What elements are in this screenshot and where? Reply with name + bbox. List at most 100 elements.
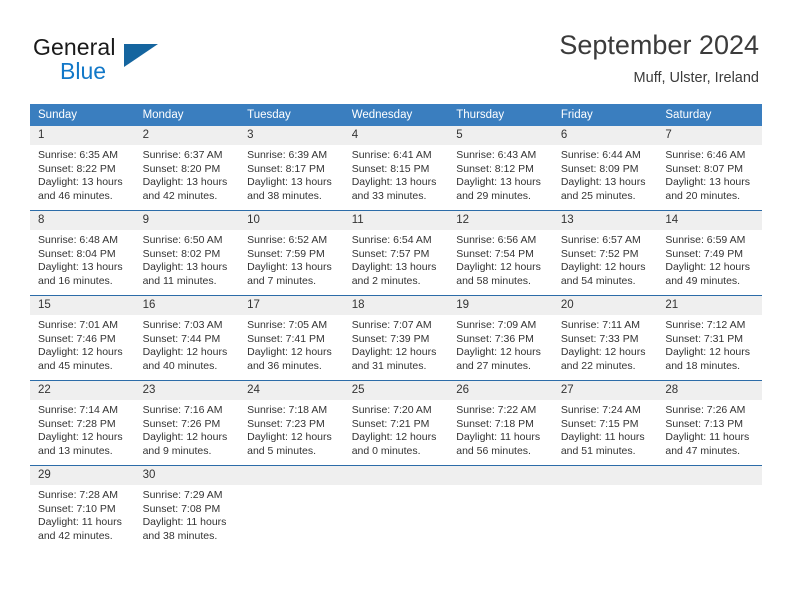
day-details: Sunrise: 6:48 AM Sunset: 8:04 PM Daylight:… <box>30 230 135 288</box>
daylight-text-line1: Daylight: 12 hours <box>142 346 228 359</box>
general-blue-logo[interactable]: General Blue <box>33 34 213 86</box>
sunrise-text: Sunrise: 7:20 AM <box>351 404 432 416</box>
day-cell[interactable]: 12 Sunrise: 6:56 AM Sunset: 7:54 PM Dayligh… <box>448 210 553 296</box>
day-details: Sunrise: 6:50 AM Sunset: 8:02 PM Daylight:… <box>135 230 240 288</box>
daylight-text-line2: and 16 minutes. <box>38 274 113 287</box>
day-number: 25 <box>343 381 449 400</box>
day-cell[interactable]: 20 Sunrise: 7:11 AM Sunset: 7:33 PM Dayligh… <box>552 295 658 381</box>
daylight-text-line1: Daylight: 12 hours <box>142 431 228 444</box>
sunrise-text: Sunrise: 7:01 AM <box>38 319 118 331</box>
day-cell[interactable]: 28 Sunrise: 7:26 AM Sunset: 7:13 PM Dayligh… <box>657 380 762 466</box>
day-number: 12 <box>448 211 553 230</box>
day-details: Sunrise: 7:24 AM Sunset: 7:15 PM Daylight:… <box>553 400 658 458</box>
daylight-text-line2: and 13 minutes. <box>38 444 113 457</box>
day-number: 2 <box>134 126 240 145</box>
day-cell[interactable]: 23 Sunrise: 7:16 AM Sunset: 7:26 PM Dayligh… <box>134 380 240 466</box>
sunset-text: Sunset: 7:08 PM <box>142 502 221 515</box>
day-cell[interactable]: 2 Sunrise: 6:37 AM Sunset: 8:20 PM Daylight… <box>134 126 240 211</box>
calendar-week-row: 8 Sunrise: 6:48 AM Sunset: 8:04 PM Daylight… <box>30 210 762 296</box>
day-number: 27 <box>552 381 658 400</box>
day-number <box>552 466 658 485</box>
daylight-text-line1: Daylight: 12 hours <box>38 431 123 444</box>
day-number: 29 <box>30 466 135 485</box>
day-number: 5 <box>448 126 553 145</box>
day-cell[interactable]: 9 Sunrise: 6:50 AM Sunset: 8:02 PM Daylight… <box>134 210 240 296</box>
sunset-text: Sunset: 7:36 PM <box>456 332 534 345</box>
day-cell[interactable]: 17 Sunrise: 7:05 AM Sunset: 7:41 PM Dayligh… <box>239 295 344 381</box>
day-cell[interactable]: 29 Sunrise: 7:28 AM Sunset: 7:10 PM Dayligh… <box>30 465 135 550</box>
day-details: Sunrise: 6:57 AM Sunset: 7:52 PM Daylight:… <box>553 230 658 288</box>
calendar-week-row: 1 Sunrise: 6:35 AM Sunset: 8:22 PM Daylight… <box>30 126 762 211</box>
page-masthead: General Blue September 2024 Muff, Ulster… <box>0 0 792 100</box>
day-cell[interactable]: 14 Sunrise: 6:59 AM Sunset: 7:49 PM Dayligh… <box>657 210 762 296</box>
sunrise-text: Sunrise: 6:54 AM <box>351 234 432 246</box>
day-cell[interactable]: 8 Sunrise: 6:48 AM Sunset: 8:04 PM Daylight… <box>30 210 135 296</box>
day-details <box>657 485 762 489</box>
sunrise-text: Sunrise: 7:29 AM <box>142 489 223 501</box>
day-number: 10 <box>239 211 344 230</box>
day-cell[interactable]: 10 Sunrise: 6:52 AM Sunset: 7:59 PM Dayligh… <box>239 210 344 296</box>
day-cell[interactable]: 16 Sunrise: 7:03 AM Sunset: 7:44 PM Dayligh… <box>134 295 240 381</box>
day-cell[interactable]: 27 Sunrise: 7:24 AM Sunset: 7:15 PM Dayligh… <box>552 380 658 466</box>
logo-text-general: General <box>33 34 116 60</box>
daylight-text-line1: Daylight: 11 hours <box>456 431 541 444</box>
sunrise-text: Sunrise: 6:50 AM <box>142 234 223 246</box>
day-number: 9 <box>134 211 240 230</box>
day-details <box>553 485 658 489</box>
sunrise-text: Sunrise: 6:41 AM <box>351 149 432 161</box>
sunset-text: Sunset: 7:44 PM <box>142 332 221 345</box>
day-cell[interactable]: 4 Sunrise: 6:41 AM Sunset: 8:15 PM Daylight… <box>343 126 449 211</box>
day-cell[interactable]: 6 Sunrise: 6:44 AM Sunset: 8:09 PM Daylight… <box>552 126 658 211</box>
day-number: 11 <box>343 211 449 230</box>
sunset-text: Sunset: 8:20 PM <box>142 162 221 175</box>
sunrise-text: Sunrise: 6:44 AM <box>560 149 641 161</box>
sunrise-text: Sunrise: 6:43 AM <box>456 149 537 161</box>
day-details: Sunrise: 7:29 AM Sunset: 7:08 PM Daylight:… <box>135 485 240 543</box>
day-cell[interactable]: 19 Sunrise: 7:09 AM Sunset: 7:36 PM Dayligh… <box>448 295 553 381</box>
day-cell[interactable]: 25 Sunrise: 7:20 AM Sunset: 7:21 PM Dayligh… <box>343 380 449 466</box>
day-details: Sunrise: 7:20 AM Sunset: 7:21 PM Daylight:… <box>344 400 449 458</box>
daylight-text-line1: Daylight: 13 hours <box>247 176 332 189</box>
sunrise-text: Sunrise: 6:48 AM <box>38 234 118 246</box>
day-cell[interactable]: 24 Sunrise: 7:18 AM Sunset: 7:23 PM Dayligh… <box>239 380 344 466</box>
day-cell[interactable]: 3 Sunrise: 6:39 AM Sunset: 8:17 PM Daylight… <box>239 126 344 211</box>
day-details: Sunrise: 6:39 AM Sunset: 8:17 PM Daylight:… <box>239 145 344 203</box>
day-cell[interactable]: 26 Sunrise: 7:22 AM Sunset: 7:18 PM Dayligh… <box>448 380 553 466</box>
day-cell[interactable]: 7 Sunrise: 6:46 AM Sunset: 8:07 PM Daylight… <box>657 126 762 211</box>
day-details: Sunrise: 7:03 AM Sunset: 7:44 PM Daylight:… <box>135 315 240 373</box>
daylight-text-line1: Daylight: 11 hours <box>665 431 750 444</box>
day-cell[interactable]: 18 Sunrise: 7:07 AM Sunset: 7:39 PM Dayligh… <box>343 295 449 381</box>
sunrise-text: Sunrise: 6:46 AM <box>665 149 746 161</box>
sunrise-text: Sunrise: 7:24 AM <box>560 404 641 416</box>
daylight-text-line1: Daylight: 12 hours <box>560 261 646 274</box>
day-cell[interactable]: 30 Sunrise: 7:29 AM Sunset: 7:08 PM Dayligh… <box>134 465 240 550</box>
daylight-text-line1: Daylight: 12 hours <box>38 346 123 359</box>
day-number: 24 <box>239 381 344 400</box>
sunset-text: Sunset: 7:52 PM <box>560 247 639 260</box>
day-number: 3 <box>239 126 344 145</box>
day-number: 28 <box>657 381 762 400</box>
day-cell[interactable]: 5 Sunrise: 6:43 AM Sunset: 8:12 PM Daylight… <box>448 126 553 211</box>
day-details: Sunrise: 7:26 AM Sunset: 7:13 PM Daylight:… <box>657 400 762 458</box>
day-cell[interactable]: 15 Sunrise: 7:01 AM Sunset: 7:46 PM Dayligh… <box>30 295 135 381</box>
daylight-text-line2: and 54 minutes. <box>560 274 636 287</box>
day-cell[interactable]: 1 Sunrise: 6:35 AM Sunset: 8:22 PM Daylight… <box>30 126 135 211</box>
daylight-text-line1: Daylight: 12 hours <box>351 346 437 359</box>
daylight-text-line2: and 7 minutes. <box>247 274 317 287</box>
calendar-week-row: 22 Sunrise: 7:14 AM Sunset: 7:28 PM Dayligh… <box>30 380 762 466</box>
day-cell[interactable]: 11 Sunrise: 6:54 AM Sunset: 7:57 PM Dayligh… <box>343 210 449 296</box>
sunset-text: Sunset: 8:15 PM <box>351 162 430 175</box>
sunrise-text: Sunrise: 7:18 AM <box>247 404 328 416</box>
day-cell[interactable]: 22 Sunrise: 7:14 AM Sunset: 7:28 PM Dayligh… <box>30 380 135 466</box>
sunset-text: Sunset: 7:41 PM <box>247 332 325 345</box>
day-cell[interactable]: 21 Sunrise: 7:12 AM Sunset: 7:31 PM Dayligh… <box>657 295 762 381</box>
day-number: 21 <box>657 296 762 315</box>
daylight-text-line1: Daylight: 12 hours <box>560 346 646 359</box>
day-details: Sunrise: 7:12 AM Sunset: 7:31 PM Daylight:… <box>657 315 762 373</box>
daylight-text-line2: and 36 minutes. <box>247 359 322 372</box>
sunset-text: Sunset: 8:02 PM <box>142 247 221 260</box>
daylight-text-line2: and 22 minutes. <box>560 359 636 372</box>
daylight-text-line1: Daylight: 13 hours <box>560 176 646 189</box>
sunset-text: Sunset: 7:10 PM <box>38 502 116 515</box>
day-cell[interactable]: 13 Sunrise: 6:57 AM Sunset: 7:52 PM Dayligh… <box>552 210 658 296</box>
